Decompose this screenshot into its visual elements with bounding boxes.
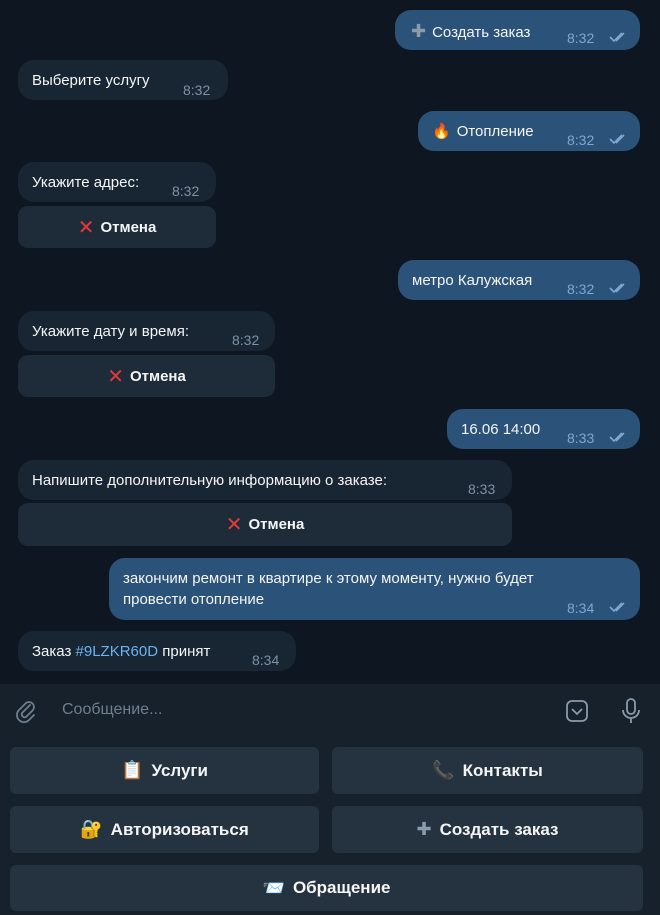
message-time: 8:32 bbox=[567, 281, 595, 297]
message-text: 16.06 14:00 bbox=[461, 421, 541, 438]
incoming-message: Укажите дату и время: 8:32 bbox=[18, 311, 275, 351]
message-composer: Сообщение... bbox=[0, 684, 660, 738]
appeal-button[interactable]: 📨 Обращение bbox=[10, 865, 643, 911]
chat-area: ✚ Создать заказ 8:32 Выберите услугу 8:32… bbox=[0, 0, 660, 684]
message-input[interactable]: Сообщение... bbox=[62, 701, 162, 719]
clipboard-icon: 📋 bbox=[121, 760, 144, 780]
message-time: 8:34 bbox=[252, 652, 280, 668]
message-text-line-1: закончим ремонт в квартире к этому момен… bbox=[123, 570, 534, 587]
message-time: 8:32 bbox=[567, 132, 595, 148]
envelope-icon: 📨 bbox=[262, 877, 285, 898]
message-text-line-2: провести отопление bbox=[123, 591, 265, 608]
incoming-message: Укажите адрес: 8:32 bbox=[18, 162, 216, 202]
message-time: 8:33 bbox=[567, 430, 595, 446]
incoming-message: Выберите услугу 8:32 bbox=[18, 60, 228, 100]
lock-key-icon: 🔐 bbox=[80, 819, 103, 839]
cross-icon: ✕ bbox=[77, 216, 95, 239]
paperclip-icon[interactable] bbox=[14, 699, 38, 723]
cross-icon: ✕ bbox=[107, 365, 124, 388]
outgoing-message: ✚ Создать заказ 8:32 bbox=[395, 10, 640, 50]
services-button[interactable]: 📋 Услуги bbox=[10, 747, 319, 794]
authorize-button[interactable]: 🔐 Авторизоваться bbox=[10, 806, 319, 853]
message-text: Выберите услугу bbox=[32, 72, 150, 89]
message-time: 8:32 bbox=[172, 183, 200, 199]
contacts-button[interactable]: 📞 Контакты bbox=[332, 747, 643, 794]
message-text: метро Калужская bbox=[412, 272, 533, 289]
double-check-icon bbox=[609, 133, 629, 145]
double-check-icon bbox=[609, 601, 629, 613]
reply-keyboard: 📋 Услуги 📞 Контакты 🔐 Авторизоваться ✚ Созда… bbox=[0, 738, 660, 915]
cross-icon: ✕ bbox=[225, 514, 243, 536]
outgoing-message: 🔥 Отопление 8:32 bbox=[418, 111, 640, 151]
double-check-icon bbox=[609, 282, 629, 294]
cancel-button[interactable]: ✕ Отмена bbox=[18, 206, 216, 248]
message-time: 8:32 bbox=[232, 332, 260, 348]
message-time: 8:33 bbox=[468, 481, 496, 497]
incoming-message: Напишите дополнительную информацию о зак… bbox=[18, 460, 512, 500]
plus-icon: ✚ bbox=[416, 819, 432, 839]
message-text: Заказ bbox=[32, 643, 76, 660]
message-text: Укажите адрес: bbox=[32, 174, 140, 191]
message-time: 8:32 bbox=[183, 82, 211, 98]
outgoing-message: 16.06 14:00 8:33 bbox=[447, 409, 640, 449]
incoming-message: Заказ #9LZKR60D принят 8:34 bbox=[18, 631, 296, 671]
outgoing-message: закончим ремонт в квартире к этому момен… bbox=[109, 558, 640, 620]
cancel-button[interactable]: ✕ Отмена bbox=[18, 355, 275, 397]
message-time: 8:34 bbox=[567, 600, 595, 616]
message-text-suffix: принят bbox=[158, 643, 211, 660]
fire-icon: 🔥 bbox=[432, 123, 451, 140]
plus-icon: ✚ bbox=[411, 21, 427, 41]
message-text: Отопление bbox=[456, 123, 534, 140]
phone-icon: 📞 bbox=[432, 760, 455, 780]
order-id-link[interactable]: #9LZKR60D bbox=[76, 643, 159, 660]
outgoing-message: метро Калужская 8:32 bbox=[398, 260, 640, 300]
keyboard-toggle-icon[interactable] bbox=[565, 699, 589, 723]
message-text: Укажите дату и время: bbox=[32, 323, 189, 340]
message-text: Создать заказ bbox=[432, 24, 531, 41]
microphone-icon[interactable] bbox=[619, 697, 643, 725]
double-check-icon bbox=[609, 431, 629, 443]
cancel-button[interactable]: ✕ Отмена bbox=[18, 503, 512, 546]
create-order-button[interactable]: ✚ Создать заказ bbox=[332, 806, 643, 853]
double-check-icon bbox=[609, 31, 629, 43]
message-time: 8:32 bbox=[567, 30, 595, 46]
message-text: Напишите дополнительную информацию о зак… bbox=[32, 472, 388, 489]
